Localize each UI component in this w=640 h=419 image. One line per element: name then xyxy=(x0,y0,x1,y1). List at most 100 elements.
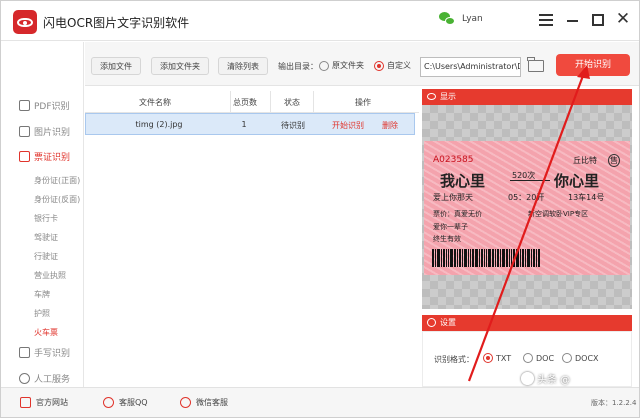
radio-dot xyxy=(523,353,533,363)
radio-source-folder[interactable]: 原文件夹 xyxy=(319,60,364,71)
preview-title: 显示 xyxy=(440,92,456,101)
radio-dot xyxy=(562,353,572,363)
delete-link[interactable]: 删除 xyxy=(380,120,400,131)
watermark: 头条 @ xyxy=(521,371,570,386)
radio-label: 自定义 xyxy=(387,61,411,70)
ticket-time: 05：20开 xyxy=(508,193,545,202)
ticket-arrow xyxy=(510,180,550,181)
train-ticket-image: A023585 丘比特 售 我心里 520次 你心里 爱上你那天 05：20开 … xyxy=(424,141,630,275)
image-icon xyxy=(19,126,30,137)
gear-icon xyxy=(427,318,436,327)
sub-item-passport[interactable]: 护照 xyxy=(34,308,50,319)
footer-label: 客服QQ xyxy=(119,398,148,407)
ticket-sale-mark: 售 xyxy=(608,154,620,167)
app-title: 闪电OCR图片文字识别软件 xyxy=(43,16,190,30)
ticket-icon xyxy=(19,151,30,162)
settings-panel-header: 设置 xyxy=(422,315,632,331)
monitor-icon xyxy=(20,397,31,408)
app-logo-icon xyxy=(13,10,37,34)
watermark-logo-icon xyxy=(521,372,534,385)
maximize-button[interactable] xyxy=(589,11,607,29)
handwrite-icon xyxy=(19,347,30,358)
cell-pages: 1 xyxy=(241,120,247,129)
sidebar: PDF识别 图片识别 票证识别 身份证(正面) 身份证(反面) 银行卡 驾驶证 … xyxy=(1,42,84,387)
col-filename: 文件名称 xyxy=(139,98,171,107)
radio-label: DOCX xyxy=(575,353,599,363)
pdf-icon xyxy=(19,100,30,111)
sidebar-item-pdf[interactable]: PDF识别 xyxy=(19,99,70,112)
output-dir-label: 输出目录： xyxy=(278,62,318,71)
toolbar: 添加文件 添加文件夹 清除列表 输出目录： 原文件夹 自定义 C:\Users\… xyxy=(85,42,639,86)
format-radio-doc[interactable]: DOC xyxy=(523,353,554,363)
col-pages: 总页数 xyxy=(233,98,257,107)
add-file-button[interactable]: 添加文件 xyxy=(91,57,141,75)
sub-item-vehicle-license[interactable]: 行驶证 xyxy=(34,251,58,262)
ticket-code: A023585 xyxy=(433,155,474,165)
ticket-class: 新空调软卧VIP专区 xyxy=(528,210,589,218)
user-name: Lyan xyxy=(462,14,483,24)
radio-dot xyxy=(483,353,493,363)
sub-item-id-back[interactable]: 身份证(反面) xyxy=(34,194,80,205)
qq-support-link[interactable]: 客服QQ xyxy=(103,397,148,408)
file-table: 文件名称 总页数 状态 操作 timg (2).jpg 1 待识别 开始识别 删… xyxy=(85,87,419,387)
user-info[interactable]: Lyan xyxy=(439,12,483,26)
radio-label: 原文件夹 xyxy=(332,61,364,70)
radio-label: DOC xyxy=(536,353,555,363)
service-icon xyxy=(19,373,30,384)
title-bar: 闪电OCR图片文字识别软件 Lyan ✕ xyxy=(1,1,639,41)
start-recognition-link[interactable]: 开始识别 xyxy=(330,120,366,131)
preview-image-area: A023585 丘比特 售 我心里 520次 你心里 爱上你那天 05：20开 … xyxy=(422,105,632,309)
sidebar-item-label: 手写识别 xyxy=(34,349,71,359)
footer-label: 微信客服 xyxy=(196,398,228,407)
sub-item-train-ticket[interactable]: 火车票 xyxy=(34,327,58,338)
wechat-support-link[interactable]: 微信客服 xyxy=(180,397,228,408)
sidebar-item-ticket[interactable]: 票证识别 xyxy=(19,150,70,163)
qq-icon xyxy=(103,397,114,408)
table-row[interactable]: timg (2).jpg 1 待识别 开始识别 删除 xyxy=(85,113,415,135)
radio-dot xyxy=(319,60,329,71)
barcode xyxy=(432,249,596,267)
footer-bar: 官方网站 客服QQ 微信客服 版本：1.2.2.4 xyxy=(1,387,639,417)
sub-item-id-front[interactable]: 身份证(正面) xyxy=(34,175,80,186)
ticket-line4: 终生有效 xyxy=(433,235,461,243)
radio-label: TXT xyxy=(496,353,512,363)
preview-panel-header: 显示 xyxy=(422,89,632,105)
col-status: 状态 xyxy=(284,98,300,107)
cell-status: 待识别 xyxy=(281,121,305,130)
close-button[interactable]: ✕ xyxy=(614,11,632,29)
sidebar-item-label: 票证识别 xyxy=(34,153,71,163)
ticket-date: 爱上你那天 xyxy=(433,193,473,202)
sub-item-bank-card[interactable]: 银行卡 xyxy=(34,213,58,224)
ticket-from: 我心里 xyxy=(440,172,486,190)
format-radio-txt[interactable]: TXT xyxy=(483,353,511,363)
menu-icon[interactable] xyxy=(537,11,555,29)
sidebar-item-label: 图片识别 xyxy=(34,128,71,138)
cell-filename: timg (2).jpg xyxy=(135,120,183,129)
radio-custom-folder[interactable]: 自定义 xyxy=(374,60,411,71)
settings-title: 设置 xyxy=(440,318,456,327)
sidebar-item-service[interactable]: 人工服务 xyxy=(19,372,70,385)
ticket-note: 丘比特 xyxy=(573,156,597,165)
minimize-button[interactable] xyxy=(564,11,582,29)
column-divider xyxy=(313,91,314,113)
sidebar-item-image[interactable]: 图片识别 xyxy=(19,125,70,138)
sub-item-plate[interactable]: 车牌 xyxy=(34,289,50,300)
output-path-input[interactable]: C:\Users\Administrator\De xyxy=(420,57,521,77)
start-recognition-button[interactable]: 开始识别 xyxy=(556,54,630,76)
format-radio-docx[interactable]: DOCX xyxy=(562,353,599,363)
column-divider xyxy=(270,91,271,113)
add-folder-button[interactable]: 添加文件夹 xyxy=(151,57,209,75)
wechat-support-icon xyxy=(180,397,191,408)
column-divider xyxy=(230,91,231,113)
folder-icon[interactable] xyxy=(527,57,544,72)
version-label: 版本：1.2.2.4 xyxy=(591,399,637,407)
ticket-line3: 爱你一辈子 xyxy=(433,223,468,231)
sidebar-item-handwrite[interactable]: 手写识别 xyxy=(19,346,70,359)
footer-label: 官方网站 xyxy=(36,398,68,407)
sub-item-driver-license[interactable]: 驾驶证 xyxy=(34,232,58,243)
eye-icon xyxy=(427,93,436,100)
sub-item-business-license[interactable]: 营业执照 xyxy=(34,270,66,281)
website-link[interactable]: 官方网站 xyxy=(20,397,68,408)
clear-list-button[interactable]: 清除列表 xyxy=(218,57,268,75)
format-label: 识别格式： xyxy=(434,355,474,364)
